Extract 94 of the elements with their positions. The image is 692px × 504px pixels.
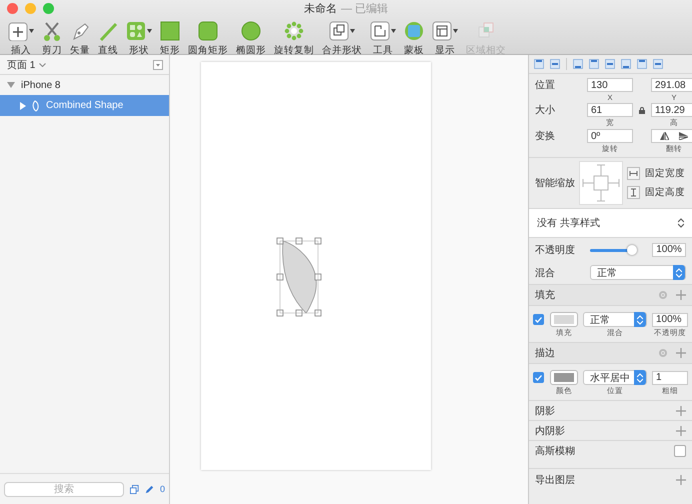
pencil-icon[interactable] xyxy=(144,484,154,494)
count-label: 0 xyxy=(160,484,165,494)
collapse-icon[interactable] xyxy=(153,60,163,70)
toolbar-button[interactable]: 旋转复制 xyxy=(270,20,318,57)
rotation-field[interactable]: 0º xyxy=(587,129,633,143)
flip-control[interactable] xyxy=(651,129,692,143)
window-title: 未命名 xyxy=(304,2,337,16)
opacity-field[interactable]: 100% xyxy=(652,242,686,256)
property-label: 不透明度 xyxy=(535,244,575,256)
chevron-down-icon xyxy=(39,62,46,66)
y-field[interactable]: 291.08 xyxy=(651,78,692,92)
mask-icon xyxy=(404,21,424,41)
section-title: 高斯模糊 xyxy=(535,444,575,458)
section-title: 导出图层 xyxy=(535,474,575,487)
section-title: 填充 xyxy=(535,288,555,302)
pen-icon xyxy=(70,21,90,41)
align-icon[interactable] xyxy=(653,59,663,69)
align-icon[interactable] xyxy=(550,59,560,69)
section-title: 阴影 xyxy=(535,404,555,418)
slider-thumb[interactable] xyxy=(627,244,638,254)
blend-dropdown[interactable]: 正常 xyxy=(583,312,647,327)
checkmark-icon xyxy=(535,316,542,322)
lock-icon[interactable] xyxy=(639,106,645,114)
checkmark-icon xyxy=(535,374,542,380)
fill-color-button[interactable] xyxy=(550,312,578,327)
align-icon[interactable] xyxy=(605,59,615,69)
fixed-width-label: 固定宽度 xyxy=(645,167,685,180)
combine-icon xyxy=(329,21,349,41)
toolbar-button[interactable]: 椭圆形 xyxy=(232,20,270,57)
add-icon[interactable] xyxy=(676,475,686,485)
flip-vertical-icon[interactable] xyxy=(679,132,688,140)
search-field[interactable]: 搜索 xyxy=(4,482,124,496)
add-icon[interactable] xyxy=(676,406,686,416)
opacity-field[interactable]: 100% xyxy=(652,312,688,326)
stepper-icon xyxy=(637,372,643,382)
border-color-button[interactable] xyxy=(550,370,578,385)
disclosure-triangle-icon[interactable] xyxy=(7,82,15,88)
stepper-icon xyxy=(676,268,682,278)
property-label: 位置 xyxy=(535,78,556,92)
shapes-icon xyxy=(126,21,146,41)
checkbox[interactable] xyxy=(533,372,544,383)
checkbox[interactable] xyxy=(533,314,544,325)
position-dropdown[interactable]: 水平居中 xyxy=(583,370,647,385)
plus-icon xyxy=(8,21,28,41)
align-icon[interactable] xyxy=(637,59,647,69)
align-icon[interactable] xyxy=(573,59,583,69)
x-field[interactable]: 130 xyxy=(587,78,633,92)
stepper-icon xyxy=(678,218,684,228)
artboard-layer[interactable]: iPhone 8 xyxy=(0,75,169,95)
add-icon[interactable] xyxy=(676,290,686,300)
rounded-rectangle-icon xyxy=(198,21,218,41)
align-icon[interactable] xyxy=(621,59,631,69)
align-icon[interactable] xyxy=(534,59,544,69)
toolbar-button[interactable]: 插入 xyxy=(4,20,38,57)
align-icon[interactable] xyxy=(589,59,599,69)
layout-icon xyxy=(432,21,452,41)
scissors-icon xyxy=(42,21,62,41)
edited-status: — 已编辑 xyxy=(340,2,388,16)
blend-dropdown[interactable]: 正常 xyxy=(590,265,686,280)
flower-icon xyxy=(284,21,304,41)
checkbox[interactable] xyxy=(674,444,686,456)
line-icon xyxy=(98,21,118,41)
width-field[interactable]: 61 xyxy=(587,103,633,117)
toolbar-button[interactable]: 直线 xyxy=(94,20,122,57)
property-label: 大小 xyxy=(535,104,556,117)
property-label: 变换 xyxy=(535,130,556,143)
shared-style-dropdown[interactable]: 没有 共享样式 xyxy=(529,209,692,238)
toolbar-button[interactable]: 矢量 xyxy=(66,20,94,57)
flip-horizontal-icon[interactable] xyxy=(660,132,669,140)
section-title: 描边 xyxy=(535,346,555,360)
disclosure-triangle-icon[interactable] xyxy=(20,102,26,110)
leaf-shape-icon xyxy=(32,100,40,112)
toolbar-button[interactable]: 矩形 xyxy=(156,20,184,57)
rectangle-icon xyxy=(160,21,180,41)
oval-icon xyxy=(241,21,261,41)
frame-icon xyxy=(370,21,390,41)
property-label: 智能缩放 xyxy=(535,176,575,190)
toolbar-button[interactable]: 圆角矩形 xyxy=(184,20,232,57)
stepper-icon xyxy=(637,314,643,324)
property-label: 混合 xyxy=(535,266,556,280)
add-icon[interactable] xyxy=(676,426,686,436)
toolbar-button[interactable]: 剪刀 xyxy=(38,20,66,57)
selected-leaf-shape[interactable] xyxy=(276,237,322,317)
add-icon[interactable] xyxy=(676,348,686,358)
fixed-height-icon[interactable] xyxy=(627,186,640,199)
fixed-height-label: 固定高度 xyxy=(645,186,685,199)
copy-icon[interactable] xyxy=(130,484,139,494)
fixed-width-icon[interactable] xyxy=(627,167,640,180)
thickness-field[interactable]: 1 xyxy=(652,370,688,384)
section-title: 内阴影 xyxy=(535,424,565,438)
zoom-icon[interactable] xyxy=(43,3,54,14)
page-selector[interactable]: 页面 1 xyxy=(7,58,46,72)
height-field[interactable]: 119.29 xyxy=(651,103,692,117)
close-icon[interactable] xyxy=(7,3,18,14)
